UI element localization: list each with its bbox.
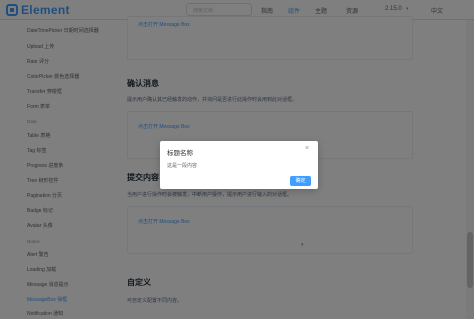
message-box-dialog: 标题名称 × 这是一段内容 确定: [160, 141, 318, 189]
dialog-title: 标题名称: [167, 150, 193, 157]
confirm-button[interactable]: 确定: [290, 176, 311, 186]
dialog-message: 这是一段内容: [167, 163, 198, 169]
close-icon[interactable]: ×: [305, 145, 309, 152]
